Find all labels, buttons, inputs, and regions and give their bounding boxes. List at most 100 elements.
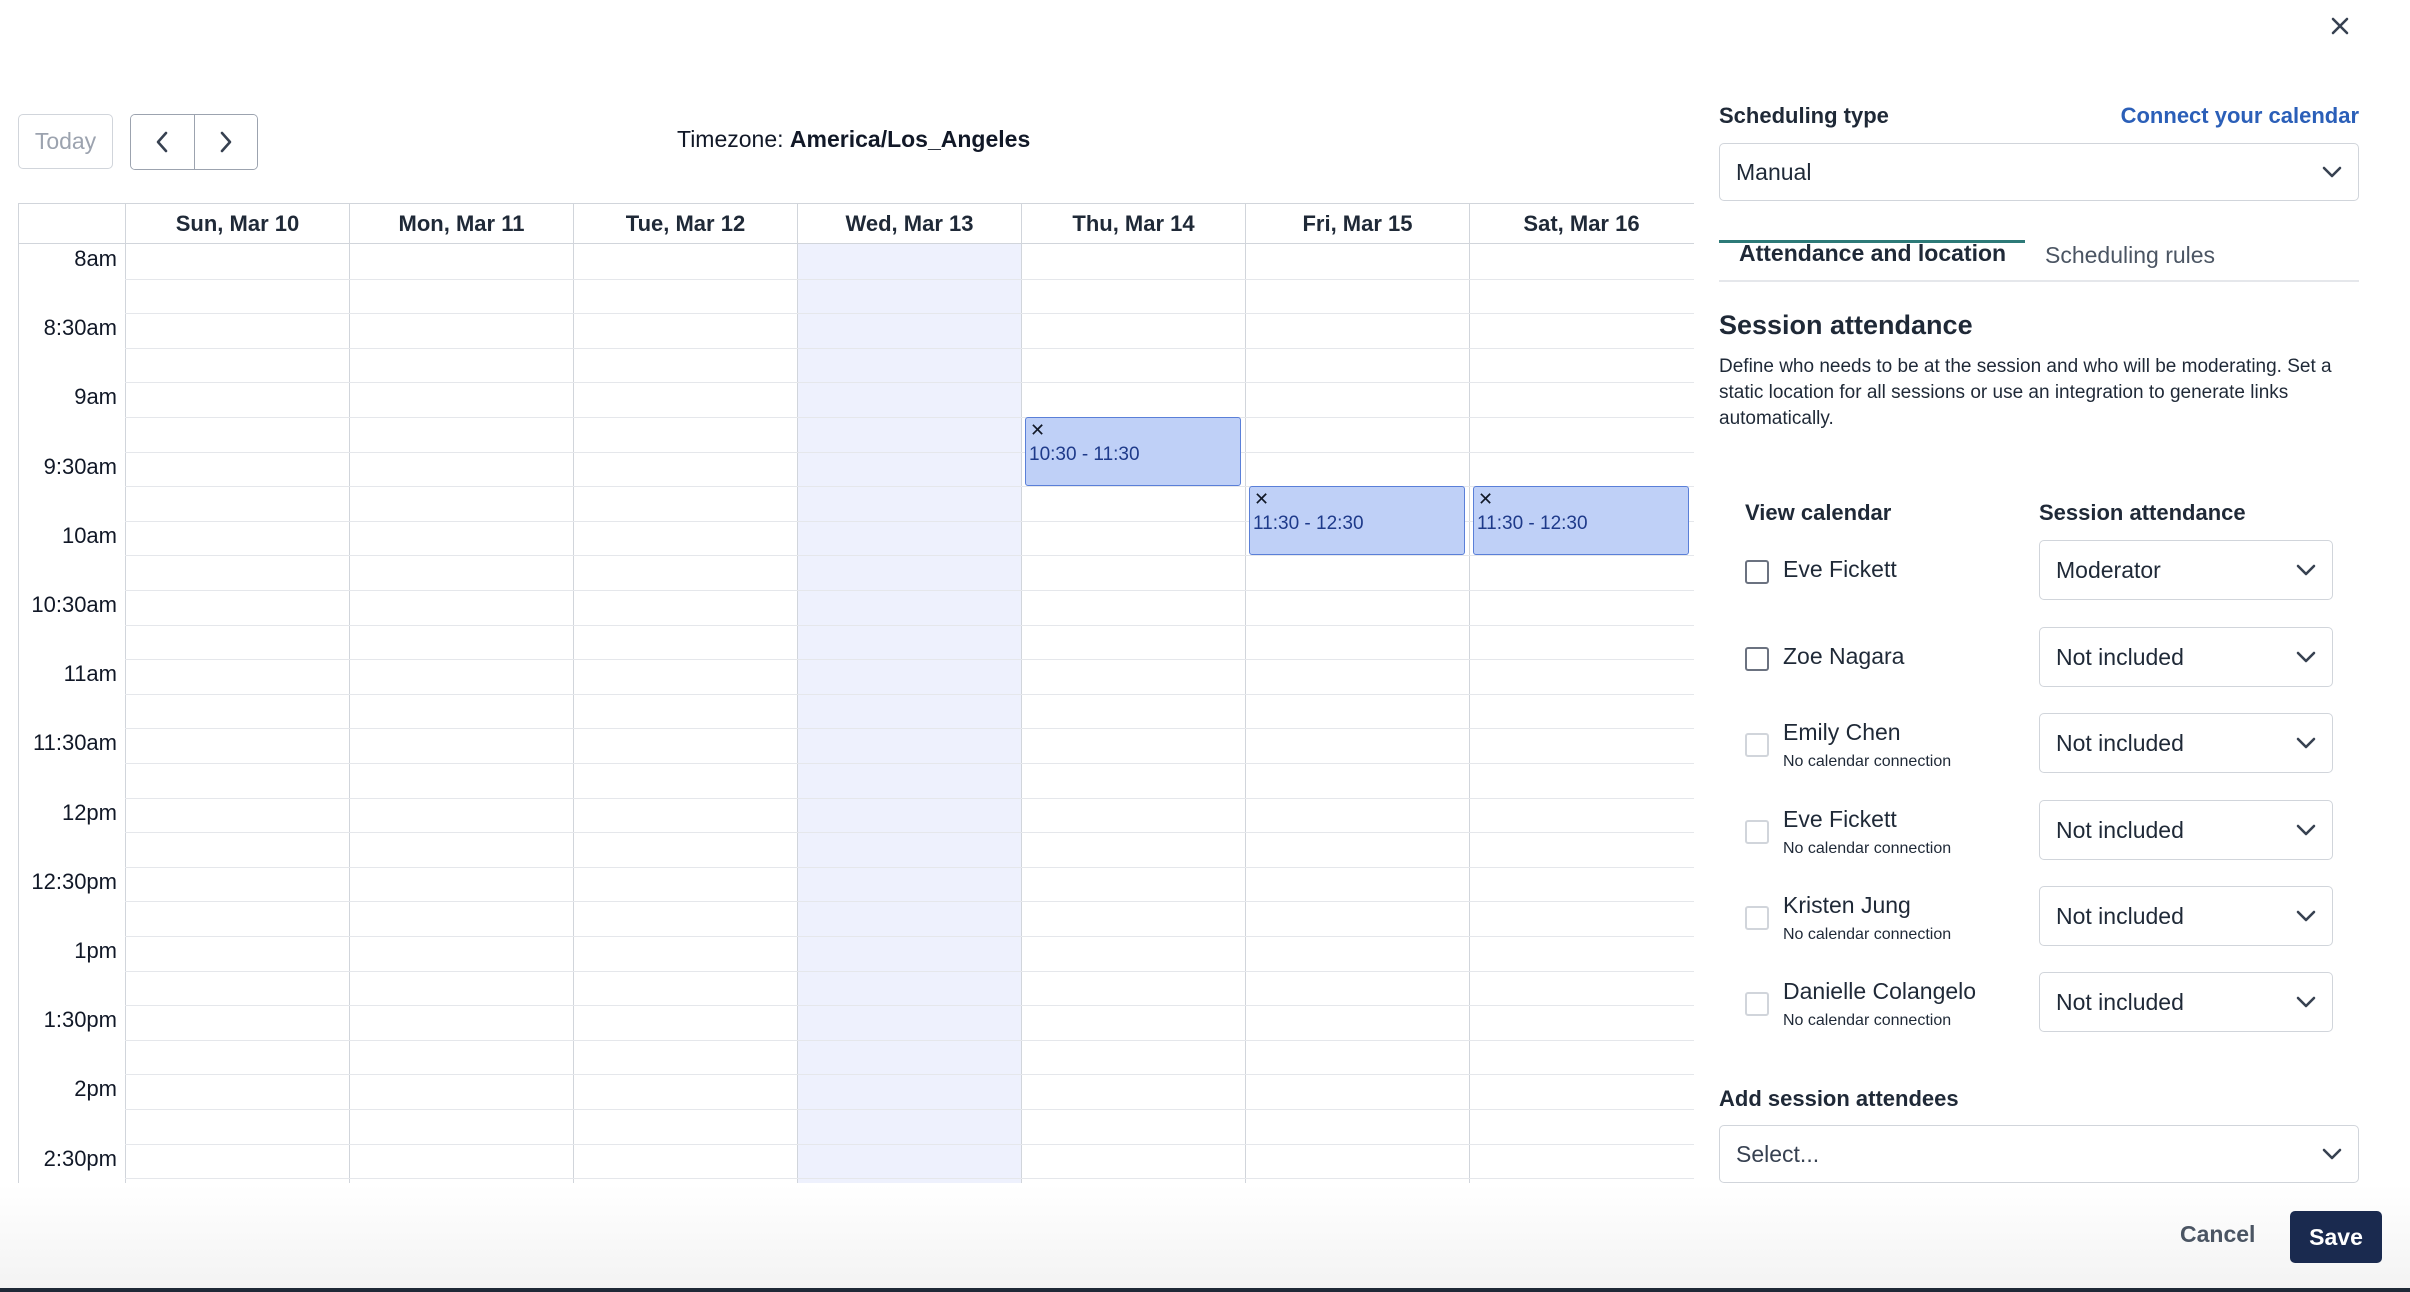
slot-line <box>125 417 1694 418</box>
attendance-role-select[interactable]: Not included <box>2039 627 2333 687</box>
attendee-row: Zoe Nagara Not included <box>1719 627 2359 689</box>
slot-time-range: 10:30 - 11:30 <box>1029 444 1140 465</box>
calendar-header-row <box>19 204 1694 244</box>
add-attendees-placeholder: Select... <box>1736 1140 1820 1167</box>
attendance-role-value: Not included <box>2056 902 2184 929</box>
scheduling-type-label: Scheduling type <box>1719 103 1889 128</box>
panel-tabs: Attendance and location Scheduling rules <box>1719 230 2359 282</box>
availability-slot[interactable]: ✕ 11:30 - 12:30 <box>1473 486 1689 556</box>
slot-line <box>125 866 1694 868</box>
attendee-row: Kristen Jung No calendar connection Not in… <box>1719 886 2359 948</box>
attendee-row: Eve Fickett Moderator <box>1719 540 2359 602</box>
view-calendar-checkbox <box>1745 992 1769 1016</box>
day-column[interactable] <box>125 244 349 1183</box>
slot-line <box>125 451 1694 453</box>
attendance-role-value: Not included <box>2056 816 2184 843</box>
chevron-down-icon <box>2296 910 2316 922</box>
slot-line <box>125 347 1694 349</box>
time-label: 1pm <box>74 938 117 963</box>
slot-line <box>125 590 1694 591</box>
slot-line <box>125 728 1694 730</box>
day-column[interactable] <box>573 244 797 1183</box>
slot-line <box>125 659 1694 661</box>
slot-line <box>125 1074 1694 1076</box>
no-calendar-connection-note: No calendar connection <box>1783 1012 1952 1029</box>
time-label: 9:30am <box>43 453 117 479</box>
attendance-role-select[interactable]: Moderator <box>2039 540 2333 600</box>
day-column[interactable] <box>797 244 1021 1183</box>
chevron-down-icon <box>2296 996 2316 1008</box>
time-label: 1:30pm <box>43 1007 117 1033</box>
slot-line <box>125 1005 1694 1007</box>
day-column[interactable] <box>1469 244 1693 1183</box>
next-week-button[interactable] <box>193 115 257 169</box>
scheduling-type-select[interactable]: Manual <box>1719 143 2359 201</box>
session-attendance-title: Session attendance <box>1719 310 1973 340</box>
availability-slot[interactable]: ✕ 10:30 - 11:30 <box>1025 417 1241 487</box>
week-calendar-grid[interactable]: Sun, Mar 10 Mon, Mar 11 Tue, Mar 12 Wed, Ma… <box>18 203 1694 1183</box>
day-column[interactable] <box>349 244 573 1183</box>
day-column[interactable] <box>1021 244 1245 1183</box>
availability-slot[interactable]: ✕ 11:30 - 12:30 <box>1249 486 1465 556</box>
attendance-role-select[interactable]: Not included <box>2039 972 2333 1032</box>
attendee-name: Zoe Nagara <box>1783 643 1905 669</box>
slot-line <box>125 901 1694 903</box>
chevron-right-icon <box>220 131 232 153</box>
chevron-down-icon <box>2322 166 2342 178</box>
remove-slot-icon[interactable]: ✕ <box>1254 490 1269 508</box>
slot-time-range: 11:30 - 12:30 <box>1477 513 1588 535</box>
attendee-row: Eve Fickett No calendar connection Not inc… <box>1719 800 2359 862</box>
attendee-name: Danielle Colangelo <box>1783 978 1977 1004</box>
chevron-down-icon <box>2296 564 2316 576</box>
attendance-role-value: Not included <box>2056 729 2184 756</box>
day-column[interactable] <box>1245 244 1469 1183</box>
attendee-name: Eve Fickett <box>1783 556 1897 582</box>
slot-line <box>125 555 1694 557</box>
slot-line <box>125 1178 1694 1180</box>
cancel-button[interactable]: Cancel <box>2180 1221 2255 1248</box>
slot-line <box>125 763 1694 764</box>
time-label: 11am <box>63 661 117 687</box>
attendee-name: Kristen Jung <box>1783 892 1911 918</box>
no-calendar-connection-note: No calendar connection <box>1783 926 1952 943</box>
attendance-role-select[interactable]: Not included <box>2039 713 2333 773</box>
previous-week-button[interactable] <box>131 115 194 169</box>
attendance-role-value: Not included <box>2056 643 2184 670</box>
remove-slot-icon[interactable]: ✕ <box>1478 490 1493 508</box>
attendee-name: Emily Chen <box>1783 719 1901 745</box>
chevron-down-icon <box>2296 651 2316 663</box>
view-calendar-checkbox[interactable] <box>1745 560 1769 584</box>
scheduling-panel: Scheduling type Connect your calendar Ma… <box>1719 0 2359 1185</box>
time-label: 12:30pm <box>31 868 117 894</box>
chevron-down-icon <box>2322 1148 2342 1160</box>
view-calendar-checkbox[interactable] <box>1745 647 1769 671</box>
chevron-left-icon <box>156 131 168 153</box>
slot-line <box>125 1143 1694 1145</box>
time-label: 10:30am <box>31 592 117 617</box>
timezone-display: Timezone: America/Los_Angeles <box>677 126 1030 153</box>
dialog-footer: Cancel Save <box>0 1185 2410 1292</box>
add-session-attendees-select[interactable]: Select... <box>1719 1125 2359 1183</box>
tab-attendance-and-location[interactable]: Attendance and location <box>1739 240 2006 267</box>
time-label: 11:30am <box>33 730 117 756</box>
attendance-role-select[interactable]: Not included <box>2039 800 2333 860</box>
time-label: 2pm <box>74 1076 117 1102</box>
slot-line <box>125 382 1694 384</box>
tab-scheduling-rules[interactable]: Scheduling rules <box>2045 242 2215 269</box>
add-session-attendees-label: Add session attendees <box>1719 1086 1959 1111</box>
today-button[interactable]: Today <box>18 114 113 169</box>
slot-line <box>125 693 1694 695</box>
no-calendar-connection-note: No calendar connection <box>1783 840 1952 857</box>
attendee-row: Emily Chen No calendar connection Not incl… <box>1719 713 2359 775</box>
connect-calendar-link[interactable]: Connect your calendar <box>2121 103 2359 129</box>
slot-line <box>125 797 1694 799</box>
save-button[interactable]: Save <box>2290 1211 2382 1263</box>
slot-line <box>125 970 1694 972</box>
session-attendance-column-header: Session attendance <box>2039 500 2246 525</box>
view-calendar-checkbox <box>1745 733 1769 757</box>
no-calendar-connection-note: No calendar connection <box>1783 753 1952 770</box>
remove-slot-icon[interactable]: ✕ <box>1030 421 1045 439</box>
slot-line <box>125 936 1694 937</box>
attendance-role-select[interactable]: Not included <box>2039 886 2333 946</box>
attendee-name: Eve Fickett <box>1783 806 1897 832</box>
